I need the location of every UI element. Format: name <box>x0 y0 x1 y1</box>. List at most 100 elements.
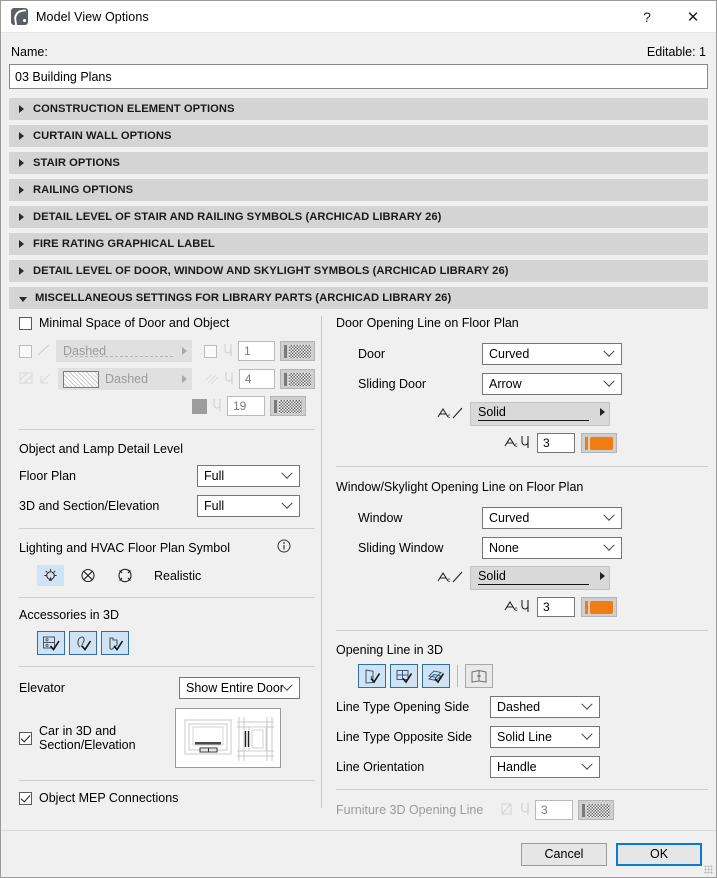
section-fire-rating-graphical-label[interactable]: FIRE RATING GRAPHICAL LABEL <box>9 233 708 255</box>
close-button[interactable]: ✕ <box>670 2 716 32</box>
door-opening-select[interactable]: Curved <box>482 343 622 365</box>
chevron-down-icon <box>581 728 593 740</box>
pen-icon <box>519 802 531 819</box>
furniture-pen-color-swatch[interactable] <box>578 800 614 820</box>
arrow-right-icon <box>181 375 187 383</box>
door-pen-color-swatch[interactable] <box>581 433 617 453</box>
chevron-right-icon <box>19 240 24 248</box>
solid-line-preview <box>478 420 589 421</box>
floor-plan-select[interactable]: Full <box>197 465 300 487</box>
background-pen-icon <box>192 398 207 414</box>
door-3d-icon-button[interactable] <box>358 664 386 688</box>
minimal-space-checkbox[interactable] <box>19 316 32 330</box>
minimal-space-linetype-1[interactable]: Dashed <box>56 340 192 362</box>
chevron-down-icon <box>281 497 293 509</box>
object-mep-label: Object MEP Connections <box>39 791 179 805</box>
opening-3d-title: Opening Line in 3D <box>336 643 444 657</box>
section-construction-element-options[interactable]: CONSTRUCTION ELEMENT OPTIONS <box>9 98 708 120</box>
door-opening-title: Door Opening Line on Floor Plan <box>336 316 519 330</box>
minimal-space-row-3: 19 <box>19 396 315 416</box>
furniture-pen-number[interactable]: 3 <box>535 800 573 820</box>
chevron-down-icon <box>281 679 293 691</box>
pen-color-swatch-1[interactable] <box>279 341 315 361</box>
sliding-window-select[interactable]: None <box>482 537 622 559</box>
3d-section-select[interactable]: Full <box>197 495 300 517</box>
help-button[interactable]: ? <box>624 2 670 32</box>
window-linetype-row: c Solid <box>436 566 708 590</box>
swatch-bar <box>585 436 588 450</box>
sliding-door-select[interactable]: Arrow <box>482 373 622 395</box>
door-pen-row: c 3 <box>503 433 708 453</box>
window-pen-number[interactable]: 3 <box>537 597 575 617</box>
accessory-cabinet-icon-button[interactable] <box>37 631 65 655</box>
elevator-car-row: Car in 3D and Section/Elevation <box>19 708 315 768</box>
pen-number-1[interactable]: 1 <box>237 341 275 361</box>
3d-section-row: 3D and Section/Elevation Full <box>19 495 315 517</box>
toolbar-separator <box>457 665 458 687</box>
pen-color-swatch-2[interactable] <box>280 369 315 389</box>
swatch-fill <box>288 344 311 358</box>
sliding-door-label: Sliding Door <box>358 377 427 391</box>
minimal-space-row[interactable]: Minimal Space of Door and Object <box>19 316 315 330</box>
window-opening-value: Curved <box>489 511 530 525</box>
car-3d-label: Car in 3D and Section/Elevation <box>39 724 136 752</box>
info-icon[interactable] <box>277 539 291 556</box>
pen-color-swatch-3[interactable] <box>270 396 306 416</box>
car-3d-checkbox[interactable] <box>19 731 32 745</box>
skylight-3d-icon-button[interactable] <box>422 664 450 688</box>
section-detail-level-door-window-skylight[interactable]: DETAIL LEVEL OF DOOR, WINDOW AND SKYLIGH… <box>9 260 708 282</box>
line-orientation-select[interactable]: Handle <box>490 756 600 778</box>
section-curtain-wall-options[interactable]: CURTAIN WALL OPTIONS <box>9 125 708 147</box>
swatch-fill <box>590 600 613 614</box>
accessory-fixture-icon-button[interactable] <box>101 631 129 655</box>
opening-3d-button-group <box>358 664 708 688</box>
line-type-opening-label: Line Type Opening Side <box>336 700 470 714</box>
crossed-circle-icon-button[interactable] <box>74 565 101 586</box>
lighting-symbol-group: Realistic <box>37 565 315 586</box>
door-linetype-combo[interactable]: Solid <box>470 402 610 426</box>
section-label: DETAIL LEVEL OF DOOR, WINDOW AND SKYLIGH… <box>33 265 509 277</box>
arrow-right-icon <box>600 572 605 580</box>
sliding-window-row: Sliding Window None <box>358 537 708 559</box>
pen-checkbox-1[interactable] <box>203 344 217 358</box>
window-opening-select[interactable]: Curved <box>482 507 622 529</box>
accessory-lamp-icon-button[interactable] <box>69 631 97 655</box>
lamp-symbol-icon-button[interactable] <box>37 565 64 586</box>
minimal-space-line-checkbox[interactable] <box>19 344 32 358</box>
window-3d-icon-button[interactable] <box>390 664 418 688</box>
fill-value: Dashed <box>105 372 149 386</box>
name-input[interactable] <box>9 64 708 89</box>
furniture-3d-icon-button[interactable] <box>465 664 493 688</box>
door-row: Door Curved <box>358 343 708 365</box>
object-mep-checkbox[interactable] <box>19 791 32 805</box>
window-pen-row: c 3 <box>503 597 708 617</box>
minimal-space-label: Minimal Space of Door and Object <box>39 316 230 330</box>
minimal-space-fill-2[interactable]: Dashed <box>58 368 192 390</box>
chevron-right-icon <box>19 267 24 275</box>
elevator-select[interactable]: Show Entire Door <box>179 677 300 699</box>
section-detail-level-stair-railing[interactable]: DETAIL LEVEL OF STAIR AND RAILING SYMBOL… <box>9 206 708 228</box>
window-pen-color-swatch[interactable] <box>581 597 617 617</box>
mep-row[interactable]: Object MEP Connections <box>19 791 315 805</box>
line-type-opposite-select[interactable]: Solid Line <box>490 726 600 748</box>
pen-icon <box>222 343 234 360</box>
lighting-hvac-title: Lighting and HVAC Floor Plan Symbol <box>19 540 230 555</box>
pen-number-3[interactable]: 19 <box>227 396 265 416</box>
section-miscellaneous-settings[interactable]: MISCELLANEOUS SETTINGS FOR LIBRARY PARTS… <box>9 287 708 309</box>
sliding-window-value: None <box>489 541 519 555</box>
hvac-symbol-icon-button[interactable] <box>111 565 138 586</box>
elevator-preview-image <box>175 708 281 768</box>
window-linetype-value: Solid <box>478 569 506 583</box>
window-linetype-combo[interactable]: Solid <box>470 566 610 590</box>
section-stair-options[interactable]: STAIR OPTIONS <box>9 152 708 174</box>
line-type-opening-select[interactable]: Dashed <box>490 696 600 718</box>
sliding-door-value: Arrow <box>489 377 522 391</box>
pen-number-2[interactable]: 4 <box>238 369 276 389</box>
section-railing-options[interactable]: RAILING OPTIONS <box>9 179 708 201</box>
resize-grip[interactable] <box>704 865 713 874</box>
door-pen-number[interactable]: 3 <box>537 433 575 453</box>
floor-plan-row: Floor Plan Full <box>19 465 315 487</box>
cancel-button[interactable]: Cancel <box>521 842 607 866</box>
sliding-door-row: Sliding Door Arrow <box>358 373 708 395</box>
ok-button[interactable]: OK <box>616 842 702 866</box>
